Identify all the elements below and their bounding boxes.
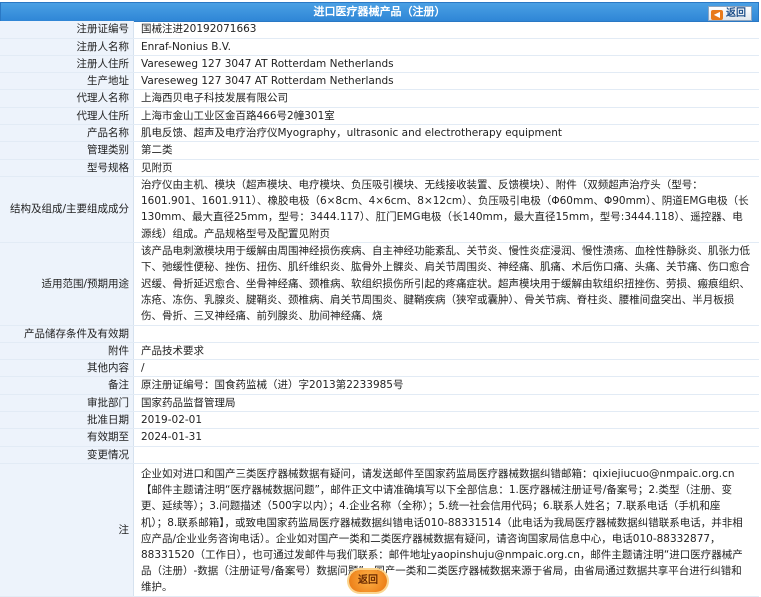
row-label: 型号规格 (0, 159, 134, 177)
row-value: 2024-01-31 (133, 428, 759, 447)
row-label: 管理类别 (0, 141, 134, 160)
table-row: 注册人名称 Enraf-Nonius B.V. (0, 38, 759, 56)
table-row: 其他内容 / (0, 359, 759, 378)
row-value: 原注册证编号：国食药监械（进）字2013第2233985号 (133, 376, 759, 395)
row-value (133, 325, 759, 343)
table-row: 备注 原注册证编号：国食药监械（进）字2013第2233985号 (0, 376, 759, 395)
row-label: 有效期至 (0, 428, 134, 447)
row-value: 肌电反馈、超声及电疗治疗仪Myography，ultrasonic and el… (133, 124, 759, 143)
row-label: 审批部门 (0, 394, 134, 413)
row-label: 结构及组成/主要组成成分 (0, 176, 134, 244)
table-row: 变更情况 (0, 446, 759, 464)
note-text: 企业如对进口和国产三类医疗器械数据有疑问，请发送邮件至国家药监局医疗器械数据纠错… (141, 467, 743, 594)
row-value: 见附页 (133, 159, 759, 177)
row-value: 2019-02-01 (133, 411, 759, 430)
row-label: 生产地址 (0, 72, 134, 91)
row-label: 代理人名称 (0, 89, 134, 108)
row-value: Enraf-Nonius B.V. (133, 38, 759, 56)
table-row: 代理人住所 上海市金山工业区金百路466号2幢301室 (0, 107, 759, 125)
row-label: 适用范围/预期用途 (0, 242, 134, 326)
back-button-bottom-label: 返回 (358, 575, 378, 586)
row-label: 注 (0, 463, 134, 597)
table-row: 代理人名称 上海西贝电子科技发展有限公司 (0, 89, 759, 108)
page-title-bar: 进口医疗器械产品（注册） ◀ 返回 (0, 2, 759, 22)
table-row: 产品储存条件及有效期 (0, 325, 759, 343)
row-label: 批准日期 (0, 411, 134, 430)
table-row: 型号规格 见附页 (0, 159, 759, 177)
row-value: 上海市金山工业区金百路466号2幢301室 (133, 107, 759, 125)
row-value: 产品技术要求 (133, 342, 759, 361)
back-arrow-icon: ◀ (711, 10, 723, 20)
row-value: 企业如对进口和国产三类医疗器械数据有疑问，请发送邮件至国家药监局医疗器械数据纠错… (133, 463, 759, 597)
detail-page: 进口医疗器械产品（注册） ◀ 返回 注册证编号 国械注进20192071663 注… (0, 0, 761, 597)
row-label: 注册人名称 (0, 38, 134, 56)
row-value: 国家药品监督管理局 (133, 394, 759, 413)
table-row: 生产地址 Vareseweg 127 3047 AT Rotterdam Net… (0, 72, 759, 91)
back-button-top[interactable]: ◀ 返回 (708, 6, 752, 21)
page-title: 进口医疗器械产品（注册） (313, 5, 446, 18)
product-info-table: 注册证编号 国械注进20192071663 注册人名称 Enraf-Nonius… (0, 21, 759, 597)
row-value: 国械注进20192071663 (133, 21, 759, 39)
row-label: 产品储存条件及有效期 (0, 325, 134, 343)
back-button-bottom[interactable]: 返回 (349, 570, 387, 592)
table-row: 批准日期 2019-02-01 (0, 411, 759, 430)
table-row: 附件 产品技术要求 (0, 342, 759, 361)
table-row: 审批部门 国家药品监督管理局 (0, 394, 759, 413)
row-value: 治疗仪由主机、模块（超声模块、电疗模块、负压吸引模块、无线接收装置、反馈模块）、… (133, 176, 759, 244)
row-value: Vareseweg 127 3047 AT Rotterdam Netherla… (133, 72, 759, 91)
table-row: 管理类别 第二类 (0, 141, 759, 160)
row-label: 附件 (0, 342, 134, 361)
row-label: 注册人住所 (0, 55, 134, 74)
row-value: Vareseweg 127 3047 AT Rotterdam Netherla… (133, 55, 759, 74)
row-value: 该产品电刺激模块用于缓解由周围神经损伤疾病、自主神经功能紊乱、关节炎、慢性炎症浸… (133, 242, 759, 326)
row-value: 第二类 (133, 141, 759, 160)
back-button-top-label: 返回 (726, 8, 746, 19)
row-label: 注册证编号 (0, 21, 134, 39)
table-row: 适用范围/预期用途 该产品电刺激模块用于缓解由周围神经损伤疾病、自主神经功能紊乱… (0, 242, 759, 326)
row-label: 备注 (0, 376, 134, 395)
table-row: 注册证编号 国械注进20192071663 (0, 21, 759, 39)
table-row: 注册人住所 Vareseweg 127 3047 AT Rotterdam Ne… (0, 55, 759, 74)
table-row: 结构及组成/主要组成成分 治疗仪由主机、模块（超声模块、电疗模块、负压吸引模块、… (0, 176, 759, 244)
row-label: 其他内容 (0, 359, 134, 378)
table-row: 产品名称 肌电反馈、超声及电疗治疗仪Myography，ultrasonic a… (0, 124, 759, 143)
row-value: / (133, 359, 759, 378)
row-label: 代理人住所 (0, 107, 134, 125)
row-value: 上海西贝电子科技发展有限公司 (133, 89, 759, 108)
row-label: 变更情况 (0, 446, 134, 464)
row-value (133, 446, 759, 464)
table-row: 有效期至 2024-01-31 (0, 428, 759, 447)
row-label: 产品名称 (0, 124, 134, 143)
